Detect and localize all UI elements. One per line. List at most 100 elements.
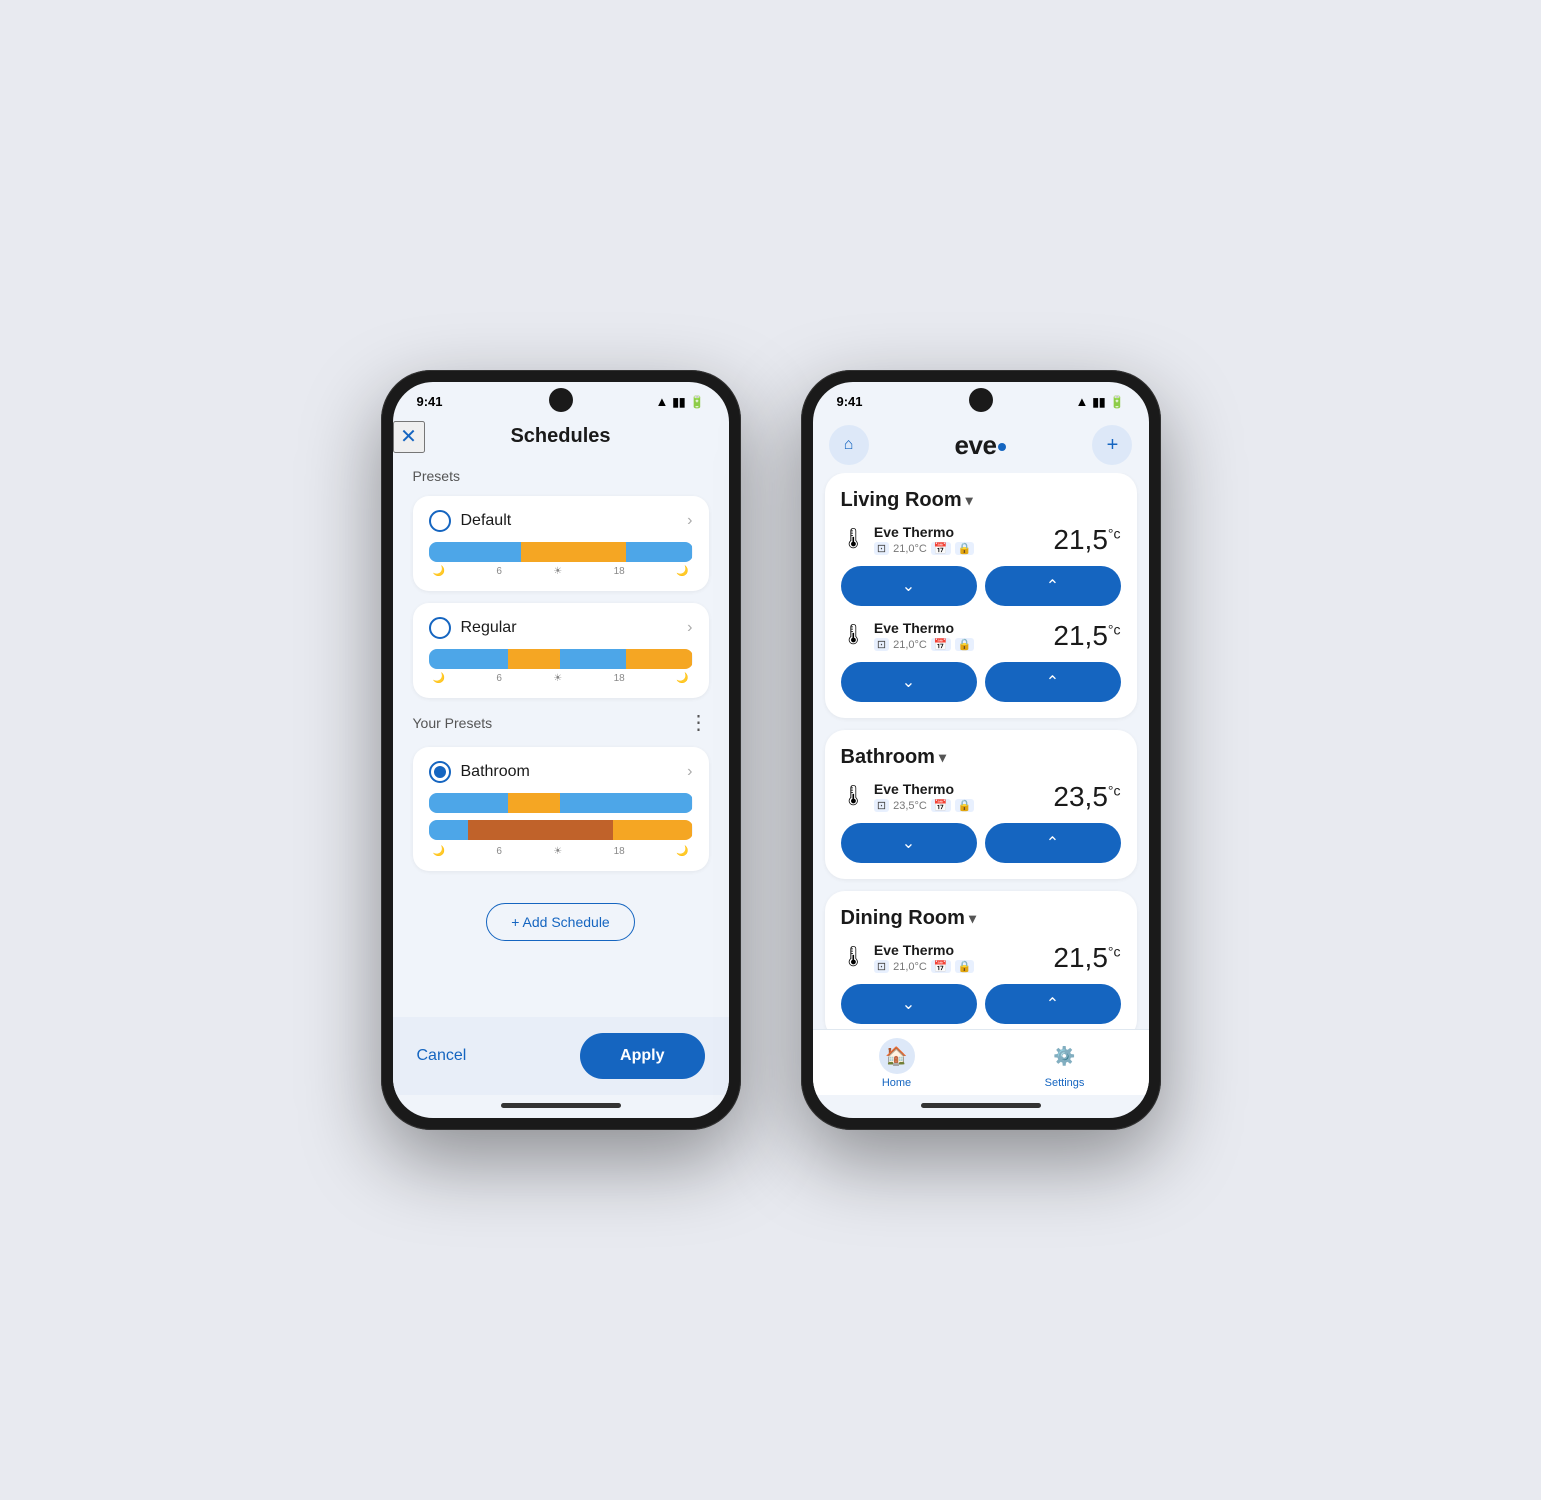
- device-info-1: Eve Thermo ⊡ 21,0°C 📅 🔒: [874, 524, 974, 555]
- chevron-default[interactable]: ›: [687, 512, 692, 530]
- decrease-btn-1[interactable]: ⌄: [841, 566, 977, 606]
- bar-regular: [429, 649, 693, 669]
- radio-default[interactable]: [429, 510, 451, 532]
- home-nav-icon: ⌂: [844, 436, 854, 454]
- home-nav-button[interactable]: ⌂: [829, 425, 869, 465]
- preset-name-regular: Regular: [461, 619, 517, 637]
- device-temp-1: 21,5°c: [1053, 524, 1120, 556]
- dining-room-caret[interactable]: ▾: [969, 910, 976, 927]
- device-info-2: Eve Thermo ⊡ 21,0°C 📅 🔒: [874, 620, 974, 651]
- decrease-btn-3[interactable]: ⌄: [841, 823, 977, 863]
- thermo-icon-3: 🌡: [841, 783, 866, 808]
- eve-content: Living Room ▾ 🌡 Eve Thermo ⊡ 21,0°C 📅: [813, 473, 1149, 1029]
- apply-button[interactable]: Apply: [580, 1033, 704, 1079]
- tab-home-icon: 🏠: [885, 1046, 907, 1067]
- bar-reg-4: [626, 649, 692, 669]
- eve-logo: eve: [955, 430, 1007, 461]
- more-button[interactable]: ⋮: [689, 710, 709, 735]
- chevron-bathroom[interactable]: ›: [687, 763, 692, 781]
- schedule-bar-default: [429, 542, 693, 562]
- your-presets-label: Your Presets: [413, 715, 493, 731]
- increase-btn-3[interactable]: ⌃: [985, 823, 1121, 863]
- tab-settings-label: Settings: [1045, 1077, 1085, 1089]
- ticks-default: 🌙 6 ☀ 18 🌙: [429, 566, 693, 577]
- add-schedule-button[interactable]: + Add Schedule: [486, 903, 634, 941]
- preset-row-default: Default ›: [429, 510, 693, 532]
- schedule-icon-2: 📅: [931, 638, 951, 651]
- device-sub-4: ⊡ 21,0°C 📅 🔒: [874, 960, 974, 973]
- device-sub-1: ⊡ 21,0°C 📅 🔒: [874, 542, 974, 555]
- lock-icon-2: 🔒: [955, 638, 975, 651]
- home-indicator-left: [501, 1103, 621, 1108]
- tab-settings-icon-wrap: ⚙️: [1047, 1038, 1083, 1074]
- status-icons-right: ▲ ▮▮ 🔋: [1075, 394, 1124, 409]
- living-room-caret[interactable]: ▾: [966, 492, 973, 509]
- increase-btn-1[interactable]: ⌃: [985, 566, 1121, 606]
- temp-set-icon-3: ⊡: [874, 799, 889, 812]
- preset-row-regular: Regular ›: [429, 617, 693, 639]
- eve-dot: [998, 443, 1006, 451]
- bottom-actions: Cancel Apply: [393, 1017, 729, 1095]
- device-sub-3: ⊡ 23,5°C 📅 🔒: [874, 799, 974, 812]
- control-btns-3: ⌄ ⌃: [841, 823, 1121, 863]
- device-temp-4: 21,5°c: [1053, 942, 1120, 974]
- bar-seg-2: [521, 542, 627, 562]
- increase-btn-2[interactable]: ⌃: [985, 662, 1121, 702]
- signal-icon: ▮▮: [672, 395, 685, 409]
- thermo-icon-4: 🌡: [841, 944, 866, 969]
- control-btns-4: ⌄ ⌃: [841, 984, 1121, 1024]
- close-button[interactable]: ✕: [393, 421, 425, 453]
- ticks-bathroom: 🌙 6 ☀ 18 🌙: [429, 846, 693, 857]
- bar-reg-2: [508, 649, 561, 669]
- notch-right: [969, 388, 993, 412]
- device-row-thermo-3: 🌡 Eve Thermo ⊡ 23,5°C 📅 🔒 23,: [841, 781, 1121, 813]
- tab-home[interactable]: 🏠 Home: [813, 1038, 981, 1089]
- device-name-4: Eve Thermo: [874, 942, 974, 958]
- presets-label: Presets: [413, 468, 709, 484]
- status-bar-right: 9:41 ▲ ▮▮ 🔋: [813, 382, 1149, 413]
- control-btns-1: ⌄ ⌃: [841, 566, 1121, 606]
- increase-btn-4[interactable]: ⌃: [985, 984, 1121, 1024]
- decrease-btn-2[interactable]: ⌄: [841, 662, 977, 702]
- temp-set-icon-2: ⊡: [874, 638, 889, 651]
- eve-header: ⌂ eve +: [813, 413, 1149, 473]
- lock-icon-4: 🔒: [955, 960, 975, 973]
- temp-set-icon-1: ⊡: [874, 542, 889, 555]
- tab-settings[interactable]: ⚙️ Settings: [981, 1038, 1149, 1089]
- device-name-3: Eve Thermo: [874, 781, 974, 797]
- ticks-regular: 🌙 6 ☀ 18 🌙: [429, 673, 693, 684]
- bathroom-caret[interactable]: ▾: [939, 749, 946, 766]
- battery-icon-right: 🔋: [1110, 395, 1125, 409]
- status-bar-left: 9:41 ▲ ▮▮ 🔋: [393, 382, 729, 413]
- schedules-title: Schedules: [510, 425, 610, 448]
- tab-home-label: Home: [882, 1077, 911, 1089]
- chevron-regular[interactable]: ›: [687, 619, 692, 637]
- bar-seg-1: [429, 542, 521, 562]
- preset-name-default: Default: [461, 512, 512, 530]
- left-phone: 9:41 ▲ ▮▮ 🔋 ✕ Schedules Presets: [381, 370, 741, 1130]
- bathroom-bars: [429, 793, 693, 844]
- device-row-thermo-4: 🌡 Eve Thermo ⊡ 21,0°C 📅 🔒 21,: [841, 942, 1121, 974]
- status-icons-left: ▲ ▮▮ 🔋: [655, 394, 704, 409]
- thermo-icon-2: 🌡: [841, 622, 866, 647]
- add-button[interactable]: +: [1092, 425, 1132, 465]
- preset-item-bathroom: Bathroom ›: [413, 747, 709, 871]
- device-name-1: Eve Thermo: [874, 524, 974, 540]
- device-row-thermo-1: 🌡 Eve Thermo ⊡ 21,0°C 📅 🔒 21,: [841, 524, 1121, 556]
- room-card-dining-room: Dining Room ▾ 🌡 Eve Thermo ⊡ 21,0°C 📅 🔒: [825, 891, 1137, 1029]
- tab-home-icon-wrap: 🏠: [879, 1038, 915, 1074]
- preset-name-bathroom: Bathroom: [461, 763, 530, 781]
- your-presets-header: Your Presets ⋮: [413, 710, 709, 735]
- bar-reg-1: [429, 649, 508, 669]
- room-card-living-room: Living Room ▾ 🌡 Eve Thermo ⊡ 21,0°C 📅: [825, 473, 1137, 718]
- dining-room-title: Dining Room ▾: [841, 907, 1121, 930]
- tab-bar: 🏠 Home ⚙️ Settings: [813, 1029, 1149, 1095]
- control-btns-2: ⌄ ⌃: [841, 662, 1121, 702]
- cancel-button[interactable]: Cancel: [417, 1047, 467, 1065]
- schedules-header: ✕ Schedules: [393, 413, 729, 464]
- decrease-btn-4[interactable]: ⌄: [841, 984, 977, 1024]
- wifi-icon: ▲: [655, 394, 668, 409]
- radio-bathroom[interactable]: [429, 761, 451, 783]
- device-temp-3: 23,5°c: [1053, 781, 1120, 813]
- radio-regular[interactable]: [429, 617, 451, 639]
